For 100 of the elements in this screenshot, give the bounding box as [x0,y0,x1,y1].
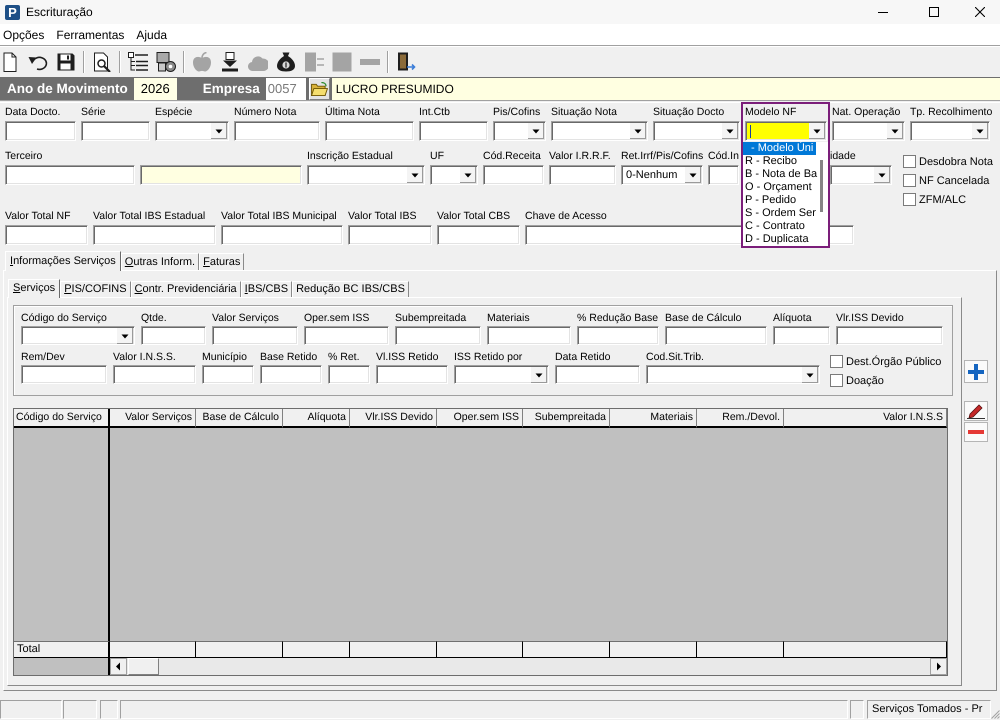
list-option[interactable]: D - Duplicata [743,233,816,246]
dropdown-field[interactable] [830,165,892,185]
input-field[interactable] [202,365,254,384]
input-field[interactable] [141,326,206,345]
close-icon[interactable] [975,7,985,17]
dropdown-field[interactable] [551,121,648,141]
input-field[interactable] [376,365,448,384]
dropdown-field[interactable] [745,121,827,141]
input-field[interactable] [487,326,571,345]
input-field[interactable] [234,121,320,141]
scrollbar-thumb[interactable] [820,160,823,212]
list-option[interactable]: C - Contrato [743,220,816,233]
input-field[interactable] [437,225,520,245]
scrollbar-thumb[interactable] [128,658,159,675]
gears-icon[interactable] [156,52,176,72]
checkbox[interactable] [903,155,916,168]
checkbox-label[interactable]: Desdobra Nota [919,156,993,168]
menu-item[interactable]: Ajuda [136,28,168,42]
field-label: Cód.In [708,149,739,163]
input-field[interactable] [325,121,414,141]
window-title: Escrituração [26,5,93,19]
money-bag-icon[interactable] [276,52,296,72]
input-field[interactable] [21,365,107,384]
input-field[interactable]: LUCRO PRESUMIDO [332,78,1000,100]
add-button[interactable] [964,360,988,383]
input-field[interactable] [221,225,343,245]
tab[interactable]: IBS/CBS [240,281,292,297]
input-field[interactable] [260,365,322,384]
download-icon[interactable] [220,52,240,72]
input-field[interactable] [304,326,389,345]
checkbox[interactable] [903,174,916,187]
input-field[interactable] [419,121,488,141]
input-field[interactable] [113,365,196,384]
checkbox[interactable] [830,374,843,387]
tab[interactable]: Redução BC IBS/CBS [292,281,409,297]
input-field[interactable] [81,121,150,141]
scroll-left-icon[interactable] [110,658,127,675]
list-option[interactable]: B - Nota de Ba [743,168,816,181]
dropdown-field[interactable] [910,121,990,141]
text-cursor-icon [750,124,751,138]
dropdown-field[interactable] [21,326,135,345]
menu-item[interactable]: Ferramentas [56,28,124,42]
list-option[interactable]: S - Ordem Ser [743,207,816,220]
scroll-right-icon[interactable] [930,658,947,675]
input-field[interactable] [483,165,544,185]
input-field[interactable] [140,165,302,185]
tab[interactable]: Faturas [199,253,244,270]
list-option[interactable]: P - Pedido [743,194,816,207]
checkbox-label[interactable]: ZFM/ALC [919,194,966,206]
remove-button[interactable] [964,422,988,442]
dropdown-field[interactable] [430,165,478,185]
input-field[interactable] [5,225,88,245]
input-field[interactable] [773,326,830,345]
input-field[interactable] [5,165,135,185]
field-label: Número Nota [234,105,296,119]
input-field[interactable] [708,165,739,185]
input-field[interactable] [665,326,767,345]
list-option[interactable]: R - Recibo [743,155,816,168]
dropdown-field[interactable] [646,365,820,384]
tab[interactable]: Informações Serviços [5,251,121,271]
input-field[interactable] [549,165,616,185]
input-field[interactable] [395,326,481,345]
checkbox-label[interactable]: Dest.Órgão Público [846,356,942,368]
dropdown-field[interactable] [653,121,740,141]
checkbox[interactable] [830,355,843,368]
list-tree-icon[interactable] [128,52,148,72]
checkbox-label[interactable]: NF Cancelada [919,174,990,186]
dropdown-field[interactable] [307,165,425,185]
input-field[interactable]: 2026 [134,78,177,100]
list-option[interactable]: - Modelo Úni [743,142,816,155]
dropdown-field[interactable] [155,121,229,141]
tab[interactable]: Outras Inform. [120,253,200,270]
input-field[interactable] [212,326,298,345]
input-field[interactable] [328,365,370,384]
menu-item[interactable]: Opções [3,28,44,42]
input-field[interactable] [577,326,659,345]
folder-button[interactable] [308,78,330,100]
tab[interactable]: Contr. Previdenciária [130,281,241,297]
input-field[interactable] [555,365,640,384]
list-option[interactable]: O - Orçament [743,181,816,194]
input-field[interactable] [348,225,432,245]
resize-grip-icon[interactable] [991,710,1000,719]
horizontal-scrollbar[interactable] [110,658,947,675]
exit-door-icon[interactable] [396,52,416,72]
print-preview-icon[interactable] [92,52,112,72]
checkbox-label[interactable]: Doação [846,374,884,386]
checkbox[interactable] [903,193,916,206]
dropdown-field[interactable] [832,121,905,141]
save-icon[interactable] [56,52,76,72]
input-field[interactable] [5,121,76,141]
field-label: Modelo NF [745,105,796,119]
maximize-icon[interactable] [929,7,939,17]
dropdown-field[interactable] [493,121,546,141]
dropdown-field[interactable] [454,365,549,384]
tab[interactable]: Serviços [8,279,60,298]
dropdown-field[interactable]: 0-Nenhum [621,165,703,185]
edit-button[interactable] [964,401,988,421]
input-field[interactable] [93,225,216,245]
tab[interactable]: PIS/COFINS [60,281,131,297]
input-field[interactable] [836,326,943,345]
